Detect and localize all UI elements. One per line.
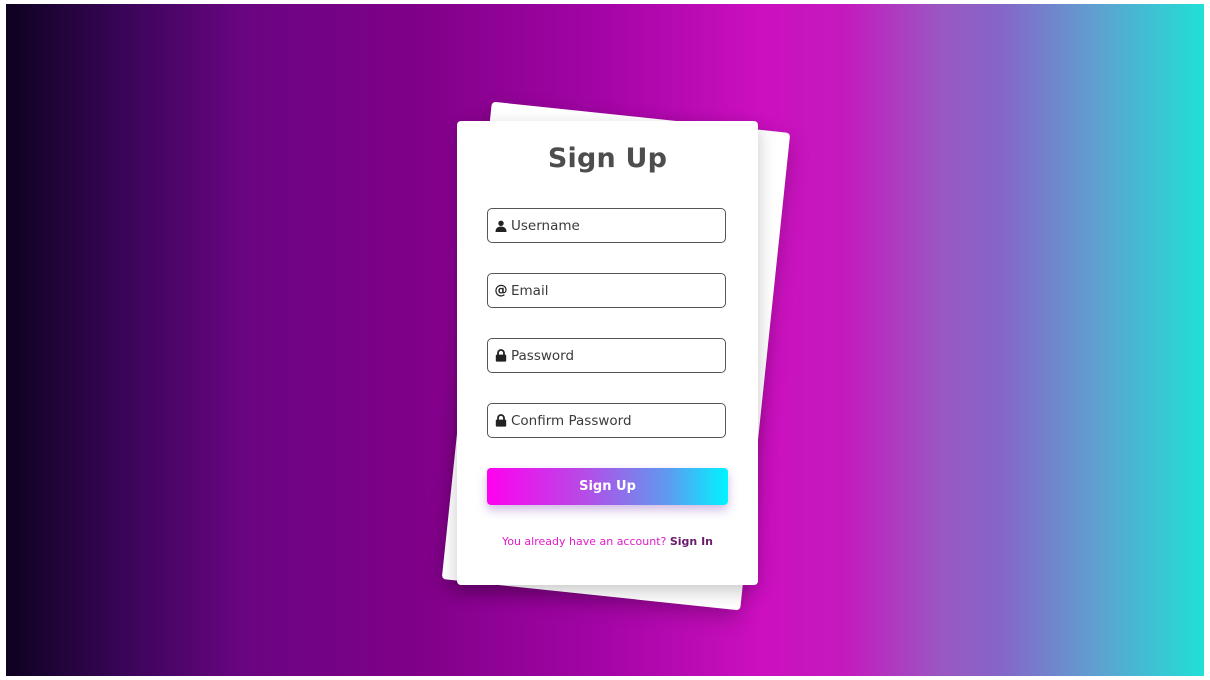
username-field[interactable] <box>487 208 726 243</box>
form-title: Sign Up <box>547 143 668 174</box>
account-question: You already have an account? <box>501 535 667 548</box>
at-icon: @ <box>494 283 508 298</box>
lock-icon <box>494 349 508 363</box>
confirm-password-field[interactable] <box>487 403 726 438</box>
username-input[interactable] <box>508 209 711 242</box>
email-field[interactable]: @ <box>487 273 726 308</box>
lock-icon <box>494 414 508 428</box>
signup-card: Sign Up @ Sign Up You already have a <box>457 121 758 585</box>
confirm-password-input[interactable] <box>508 404 711 437</box>
user-icon <box>494 219 508 233</box>
password-field[interactable] <box>487 338 726 373</box>
sign-up-button[interactable]: Sign Up <box>487 468 728 505</box>
signin-prompt: You already have an account? Sign In <box>457 535 758 548</box>
page-background: Sign Up @ Sign Up You already have a <box>6 4 1204 676</box>
sign-in-link[interactable]: Sign In <box>670 535 713 548</box>
password-input[interactable] <box>508 339 711 372</box>
email-input[interactable] <box>508 274 711 307</box>
